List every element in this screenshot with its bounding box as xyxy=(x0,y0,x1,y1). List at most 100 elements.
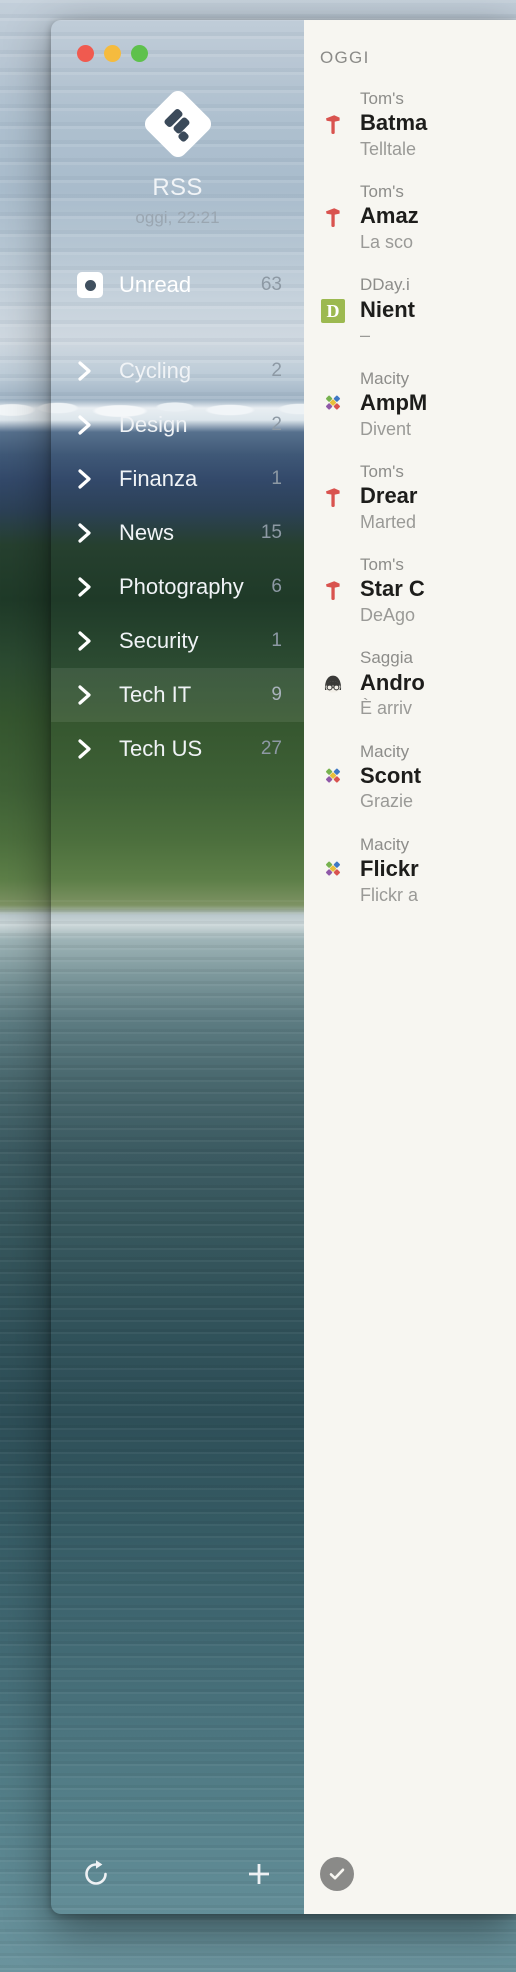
article-snippet: La sco xyxy=(360,232,414,253)
article-snippet: Flickr a xyxy=(360,884,418,905)
window-traffic-lights xyxy=(51,20,304,62)
sidebar-item-count: 27 xyxy=(260,738,282,759)
article-title: Amaz xyxy=(360,203,419,229)
chevron-right-icon xyxy=(77,522,103,544)
sidebar-item-label: Cycling xyxy=(119,358,192,383)
sidebar-item-count: 63 xyxy=(260,274,282,295)
sidebar-item-count: 2 xyxy=(271,414,282,435)
sidebar-item-label: Tech US xyxy=(119,736,203,761)
sidebar-item-label: Design xyxy=(119,412,188,437)
article-snippet: Grazie xyxy=(360,791,414,812)
chevron-right-icon xyxy=(77,738,103,760)
sidebar-item-label: Tech IT xyxy=(119,682,192,707)
sidebar-item-unread[interactable]: Unread 63 xyxy=(51,258,304,312)
article-source: DDay.i xyxy=(360,275,410,295)
sidebar-item-label: News xyxy=(119,520,175,545)
article-title: Star C xyxy=(360,576,425,602)
sidebar-item-count: 1 xyxy=(271,630,282,651)
sidebar: RSS oggi, 22:21 Unread 63 Cycling 2 Desi… xyxy=(51,20,304,1914)
chevron-right-icon xyxy=(77,684,103,706)
plus-icon[interactable] xyxy=(242,1857,276,1891)
article-list-item[interactable]: Tom's Star C DeAgo xyxy=(304,534,516,627)
feedly-logo-icon xyxy=(144,90,211,158)
article-title: Nient xyxy=(360,296,415,322)
maximize-window-button[interactable] xyxy=(131,45,148,62)
article-title: Scont xyxy=(360,762,422,788)
sidebar-item-tech-us[interactable]: Tech US 27 xyxy=(51,722,304,776)
article-list-item[interactable]: Saggia Andro È arriv xyxy=(304,627,516,720)
macitynet-mosaic-icon xyxy=(320,857,346,883)
sidebar-item-label: Finanza xyxy=(119,466,198,491)
dday-d-icon: D xyxy=(320,298,346,324)
article-source: Macity xyxy=(360,834,410,854)
sidebar-item-count: 9 xyxy=(271,684,282,705)
minimize-window-button[interactable] xyxy=(104,45,121,62)
article-snippet: Marted xyxy=(360,511,417,532)
toms-hardware-hammer-icon xyxy=(320,484,346,510)
check-circle-icon[interactable] xyxy=(320,1857,354,1891)
sidebar-item-security[interactable]: Security 1 xyxy=(51,614,304,668)
article-source: Tom's xyxy=(360,182,404,202)
unread-dot-icon xyxy=(77,272,103,298)
sidebar-item-label: Photography xyxy=(119,574,244,599)
chevron-right-icon xyxy=(77,468,103,490)
article-title: AmpM xyxy=(360,389,428,415)
sidebar-item-finanza[interactable]: Finanza 1 xyxy=(51,452,304,506)
sidebar-item-tech-it[interactable]: Tech IT 9 xyxy=(51,668,304,722)
article-list-item[interactable]: Tom's Amaz La sco xyxy=(304,161,516,254)
sidebar-nav-list: Unread 63 Cycling 2 Design 2 Finanza 1 N… xyxy=(51,258,304,776)
article-source: Macity xyxy=(360,368,410,388)
article-list-item[interactable]: Macity Flickr Flickr a xyxy=(304,814,516,907)
sidebar-item-news[interactable]: News 15 xyxy=(51,506,304,560)
saggiamente-face-icon xyxy=(320,671,346,697)
sidebar-item-design[interactable]: Design 2 xyxy=(51,398,304,452)
article-toolbar xyxy=(304,1840,516,1914)
sidebar-item-cycling[interactable]: Cycling 2 xyxy=(51,344,304,398)
article-source: Saggia xyxy=(360,648,413,668)
article-source: Macity xyxy=(360,741,410,761)
account-header: RSS oggi, 22:21 xyxy=(51,84,304,228)
sidebar-item-count: 2 xyxy=(271,360,282,381)
sidebar-item-photography[interactable]: Photography 6 xyxy=(51,560,304,614)
article-list-item[interactable]: Macity AmpM Divent xyxy=(304,348,516,441)
article-list-panel: OGGI Tom's Batma Telltale Tom's Amaz La … xyxy=(304,20,516,1914)
macitynet-mosaic-icon xyxy=(320,764,346,790)
account-last-refresh: oggi, 22:21 xyxy=(135,208,220,227)
article-snippet: Divent xyxy=(360,418,412,439)
chevron-right-icon xyxy=(77,630,103,652)
chevron-right-icon xyxy=(77,414,103,436)
account-title: RSS xyxy=(152,174,203,201)
article-title: Drear xyxy=(360,483,418,509)
feedly-app-window: RSS oggi, 22:21 Unread 63 Cycling 2 Desi… xyxy=(51,20,516,1914)
article-snippet: Telltale xyxy=(360,138,417,159)
macitynet-mosaic-icon xyxy=(320,391,346,417)
article-source: Tom's xyxy=(360,555,404,575)
article-title: Flickr xyxy=(360,856,419,882)
article-title: Andro xyxy=(360,669,425,695)
article-list-item[interactable]: Macity Scont Grazie xyxy=(304,721,516,814)
chevron-right-icon xyxy=(77,360,103,382)
sidebar-toolbar xyxy=(51,1840,304,1914)
article-list-item[interactable]: Tom's Batma Telltale xyxy=(304,68,516,161)
article-snippet: – xyxy=(360,325,371,346)
article-title: Batma xyxy=(360,110,428,136)
article-source: Tom's xyxy=(360,461,404,481)
chevron-right-icon xyxy=(77,576,103,598)
sidebar-item-count: 1 xyxy=(271,468,282,489)
refresh-icon[interactable] xyxy=(79,1857,113,1891)
article-list-scroll[interactable]: OGGI Tom's Batma Telltale Tom's Amaz La … xyxy=(304,20,516,1840)
article-source: Tom's xyxy=(360,89,404,108)
sidebar-item-label: Unread xyxy=(119,272,192,297)
article-snippet: È arriv xyxy=(360,698,413,719)
article-list-item[interactable]: Tom's Drear Marted xyxy=(304,441,516,534)
sidebar-item-count: 15 xyxy=(260,522,282,543)
toms-hardware-hammer-icon xyxy=(320,111,346,137)
sidebar-item-count: 6 xyxy=(271,576,282,597)
toms-hardware-hammer-icon xyxy=(320,577,346,603)
sidebar-item-label: Security xyxy=(119,628,199,653)
article-list-item[interactable]: DDay.i D Nient – xyxy=(304,254,516,347)
toms-hardware-hammer-icon xyxy=(320,204,346,230)
close-window-button[interactable] xyxy=(77,45,94,62)
